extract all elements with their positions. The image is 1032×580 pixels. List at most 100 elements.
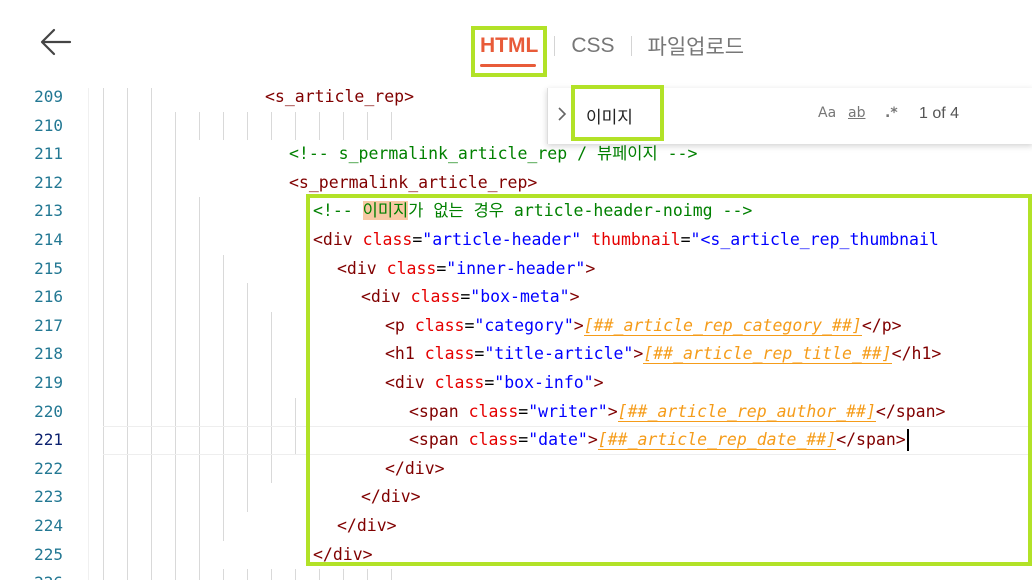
code-token: >	[573, 315, 584, 335]
code-token: </div>	[313, 544, 373, 564]
code-token: >	[607, 401, 618, 421]
editor-tabs: HTML CSS 파일업로드	[480, 30, 744, 62]
whole-word-toggle[interactable]: ab	[848, 105, 865, 121]
code-token: class	[434, 373, 485, 392]
template-variable: [##_article_rep_date_##]	[597, 430, 837, 451]
indent-guide	[343, 569, 344, 580]
indent-guide	[391, 569, 392, 580]
code-token: =	[518, 430, 529, 450]
code-token: thumbnail	[591, 230, 681, 249]
indent-guide	[343, 111, 344, 141]
code-token: class	[424, 344, 475, 364]
indent-guide	[295, 111, 296, 141]
indent-guide	[295, 569, 296, 580]
code-token: class	[414, 315, 465, 335]
indent-guide	[271, 111, 272, 141]
code-line[interactable]: </div>	[337, 512, 397, 541]
indent-guide	[367, 569, 368, 580]
match-case-toggle[interactable]: Aa	[818, 105, 836, 121]
regex-toggle[interactable]: .*	[885, 105, 898, 121]
line-number: 225	[34, 544, 63, 564]
tab-file-upload[interactable]: 파일업로드	[648, 31, 745, 61]
code-token: "inner-header"	[446, 258, 586, 278]
line-number: 218	[34, 344, 63, 364]
indent-guide	[175, 111, 176, 580]
line-number: 222	[34, 458, 63, 478]
code-line[interactable]: <div class="box-info">	[385, 369, 604, 398]
line-number: 217	[34, 315, 63, 335]
line-number: 219	[34, 373, 63, 392]
code-token: >	[593, 373, 604, 392]
line-number: 210	[34, 115, 63, 135]
code-line[interactable]: <div class="article-header" thumbnail="<…	[313, 226, 939, 255]
code-token: class	[362, 230, 413, 249]
code-token: <!-- s_permalink_article_rep / 뷰페이지 -->	[289, 144, 698, 164]
code-token: "date"	[528, 430, 588, 450]
indent-guide	[319, 111, 320, 141]
code-token: =	[464, 315, 475, 335]
tab-html[interactable]: HTML	[480, 34, 538, 58]
line-number: 226	[0, 569, 63, 580]
code-editor[interactable]: 209 <s_article_rep> 210 211 <!-- s_permalink…	[0, 88, 1032, 580]
line-number: 221	[34, 430, 63, 450]
code-token: <div	[313, 230, 363, 249]
code-token: class	[468, 401, 519, 421]
line-number: 214	[34, 230, 63, 249]
indent-guide	[247, 283, 248, 512]
code-token: "<s_article_rep_thumbnail	[690, 230, 939, 249]
indent-guide	[271, 569, 272, 580]
line-number: 220	[34, 401, 63, 421]
indent-guide	[223, 569, 224, 580]
code-token: =	[460, 287, 471, 307]
code-line[interactable]: <div class="box-meta">	[361, 283, 580, 312]
code-token: </h1>	[891, 344, 942, 364]
indent-guide	[151, 88, 152, 580]
indent-guide	[367, 111, 368, 141]
code-token: <!--	[313, 201, 363, 221]
indent-guide	[223, 254, 224, 541]
code-token: <s_article_rep>	[265, 88, 415, 106]
find-input[interactable]	[582, 100, 674, 130]
code-token: "title-article"	[484, 344, 634, 364]
line-number: 215	[34, 258, 63, 278]
code-line[interactable]: <!-- 이미지가 없는 경우 article-header-noimg -->	[313, 197, 752, 226]
code-line[interactable]: <span class="writer">[##_article_rep_aut…	[409, 398, 945, 427]
code-token: "box-info"	[494, 373, 594, 392]
line-number: 224	[34, 516, 63, 535]
chevron-right-icon[interactable]	[556, 106, 568, 126]
template-variable: [##_article_rep_author_##]	[617, 401, 876, 422]
arrow-left-icon[interactable]	[38, 24, 74, 60]
tab-divider	[630, 36, 632, 56]
code-token: "article-header"	[422, 230, 582, 249]
code-line[interactable]: <span class="date">[##_article_rep_date_…	[409, 426, 906, 455]
template-variable: [##_article_rep_title_##]	[643, 344, 892, 365]
code-line[interactable]: <s_article_rep>	[265, 88, 414, 112]
code-token: =	[436, 258, 447, 278]
indent-guide	[127, 88, 128, 580]
active-tab-indicator	[480, 64, 536, 67]
code-token: =	[412, 230, 423, 249]
tab-css[interactable]: CSS	[571, 34, 614, 58]
indent-guide	[247, 111, 248, 141]
search-match: 이미지	[362, 201, 409, 221]
code-token: 가 없는 경우 article-header-noimg -->	[408, 201, 753, 221]
code-line[interactable]: </div>	[361, 483, 421, 512]
code-line[interactable]: </div>	[385, 455, 445, 484]
indent-guide	[271, 311, 272, 484]
code-line[interactable]: <s_permalink_article_rep>	[289, 169, 537, 198]
code-token: >	[585, 258, 596, 278]
indent-guide	[199, 111, 200, 141]
code-line[interactable]: </div>	[313, 541, 373, 570]
code-token: "writer"	[528, 401, 608, 421]
code-line[interactable]: <p class="category">[##_article_rep_cate…	[385, 312, 902, 341]
code-line[interactable]: <h1 class="title-article">[##_article_re…	[385, 340, 941, 369]
code-token: <span	[409, 430, 469, 450]
find-widget: Aa ab .* 1 of 4	[547, 88, 1032, 144]
indent-guide	[247, 569, 248, 580]
code-token: >	[587, 430, 598, 450]
code-line[interactable]: <!-- s_permalink_article_rep / 뷰페이지 -->	[289, 140, 697, 169]
code-line[interactable]: <div class="inner-header">	[337, 255, 595, 284]
gutter-divider	[88, 88, 89, 580]
indent-guide	[103, 88, 104, 580]
